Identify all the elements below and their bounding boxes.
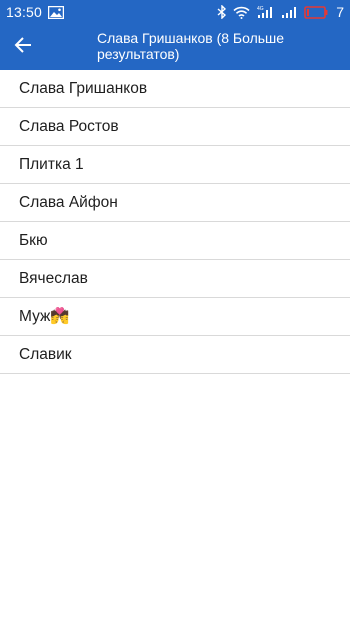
svg-text:4G: 4G bbox=[257, 6, 264, 12]
list-item[interactable]: Слава Гришанков bbox=[0, 70, 350, 108]
wifi-icon bbox=[233, 6, 250, 19]
list-item[interactable]: Слава Айфон bbox=[0, 184, 350, 222]
back-button[interactable] bbox=[8, 32, 38, 62]
list-item[interactable]: Славик bbox=[0, 336, 350, 374]
list-item[interactable]: Плитка 1 bbox=[0, 146, 350, 184]
arrow-back-icon bbox=[13, 35, 33, 60]
app-bar: Слава Гришанков (8 Больше результатов) bbox=[0, 24, 350, 70]
list-item[interactable]: Вячеслав bbox=[0, 260, 350, 298]
list-item[interactable]: Слава Ростов bbox=[0, 108, 350, 146]
status-bar: 13:50 4G 7 bbox=[0, 0, 350, 24]
signal-icon bbox=[280, 5, 298, 19]
image-notification-icon bbox=[48, 5, 65, 19]
screen: 13:50 4G 7 Слава Гришанков (8 Больше рез… bbox=[0, 0, 350, 622]
list-item[interactable]: Муж💏 bbox=[0, 298, 350, 336]
status-right: 4G 7 bbox=[217, 4, 344, 20]
signal-4g-icon: 4G bbox=[256, 5, 274, 19]
battery-low-icon bbox=[304, 5, 328, 19]
list-item[interactable]: Бкю bbox=[0, 222, 350, 260]
contact-list: Слава Гришанков Слава Ростов Плитка 1 Сл… bbox=[0, 70, 350, 374]
status-time: 13:50 bbox=[6, 4, 43, 20]
battery-level: 7 bbox=[336, 4, 344, 20]
page-title: Слава Гришанков (8 Больше результатов) bbox=[97, 30, 285, 62]
bluetooth-icon bbox=[217, 5, 227, 19]
status-left: 13:50 bbox=[6, 4, 65, 20]
